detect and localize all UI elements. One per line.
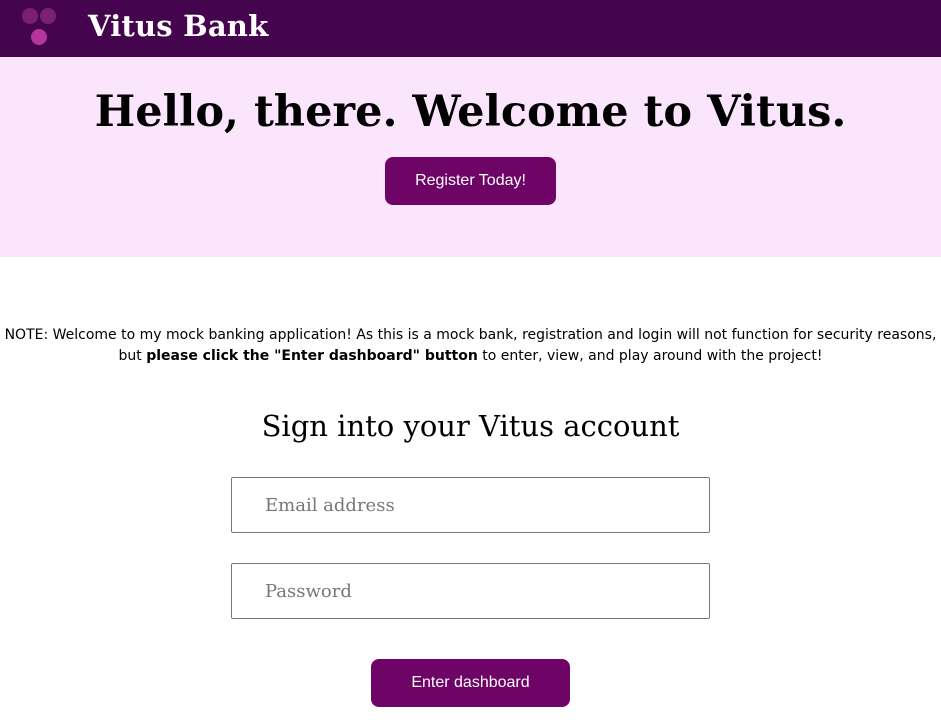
hero-title: Hello, there. Welcome to Vitus. bbox=[94, 87, 847, 137]
enter-dashboard-button[interactable]: Enter dashboard bbox=[371, 659, 570, 707]
top-navbar: Vitus Bank bbox=[0, 0, 941, 57]
register-button[interactable]: Register Today! bbox=[385, 157, 556, 205]
email-field[interactable] bbox=[231, 477, 710, 533]
signin-title: Sign into your Vitus account bbox=[261, 409, 680, 443]
hero-banner: Hello, there. Welcome to Vitus. Register… bbox=[0, 57, 941, 257]
grape-cluster-icon[interactable] bbox=[20, 6, 60, 48]
note-suffix: to enter, view, and play around with the… bbox=[477, 348, 823, 364]
note-line-1: NOTE: Welcome to my mock banking applica… bbox=[4, 327, 937, 343]
note-emphasis: please click the "Enter dashboard" butto… bbox=[146, 348, 478, 364]
brand-name[interactable]: Vitus Bank bbox=[88, 9, 268, 43]
password-field[interactable] bbox=[231, 563, 710, 619]
logo-dot bbox=[40, 8, 56, 24]
note-text: NOTE: Welcome to my mock banking applica… bbox=[0, 325, 941, 367]
logo-dot bbox=[22, 8, 38, 24]
note-prefix: but bbox=[118, 348, 147, 364]
note-line-2: but please click the "Enter dashboard" b… bbox=[0, 346, 941, 367]
logo-dot bbox=[31, 29, 47, 45]
